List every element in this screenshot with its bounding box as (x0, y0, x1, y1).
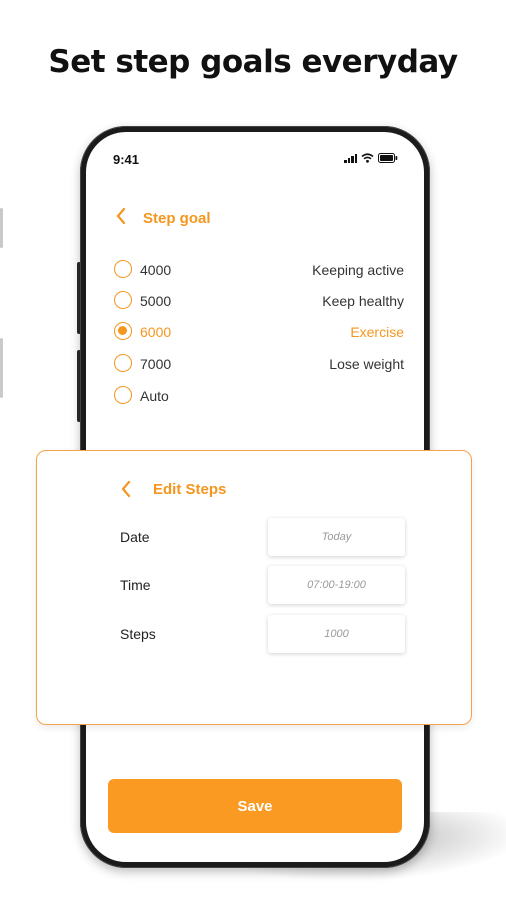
goal-description: Keeping active (312, 262, 404, 278)
signal-icon (344, 154, 357, 163)
date-label: Date (120, 529, 150, 545)
goal-value: Auto (140, 388, 169, 404)
status-time: 9:41 (113, 152, 140, 167)
chevron-left-icon[interactable] (114, 206, 128, 226)
radio-button[interactable] (114, 291, 132, 309)
goal-value: 6000 (140, 324, 172, 340)
wifi-icon (361, 153, 374, 163)
status-icons (344, 153, 398, 163)
goal-description: Exercise (350, 324, 404, 340)
page-headline: Set step goals everyday (48, 44, 458, 80)
date-field[interactable]: Today (268, 518, 405, 556)
goal-value: 7000 (140, 356, 172, 372)
edit-steps-title: Edit Steps (153, 481, 227, 498)
goal-value: 5000 (140, 293, 172, 309)
edit-steps-card: Edit Steps Date Today Time 07:00-19:00 S… (36, 450, 472, 725)
radio-button[interactable] (114, 260, 132, 278)
chevron-left-icon[interactable] (119, 479, 133, 499)
goal-description: Lose weight (329, 356, 404, 372)
radio-button[interactable] (114, 386, 132, 404)
goal-option-4000[interactable]: 4000 Keeping active (114, 258, 404, 282)
goal-value: 4000 (140, 262, 172, 278)
battery-icon (378, 153, 398, 163)
edge-decoration (0, 338, 3, 398)
goal-option-5000[interactable]: 5000 Keep healthy (114, 289, 404, 313)
time-field[interactable]: 07:00-19:00 (268, 566, 405, 604)
goal-option-7000[interactable]: 7000 Lose weight (114, 352, 404, 376)
radio-button-selected[interactable] (114, 322, 132, 340)
time-label: Time (120, 577, 151, 593)
goal-option-auto[interactable]: Auto (114, 384, 404, 408)
edge-decoration (0, 208, 3, 248)
steps-label: Steps (120, 626, 156, 642)
radio-button[interactable] (114, 354, 132, 372)
goal-description: Keep healthy (322, 293, 404, 309)
goal-option-6000[interactable]: 6000 Exercise (114, 320, 404, 344)
save-button[interactable]: Save (108, 779, 402, 833)
screen-title: Step goal (143, 210, 211, 227)
steps-field[interactable]: 1000 (268, 615, 405, 653)
